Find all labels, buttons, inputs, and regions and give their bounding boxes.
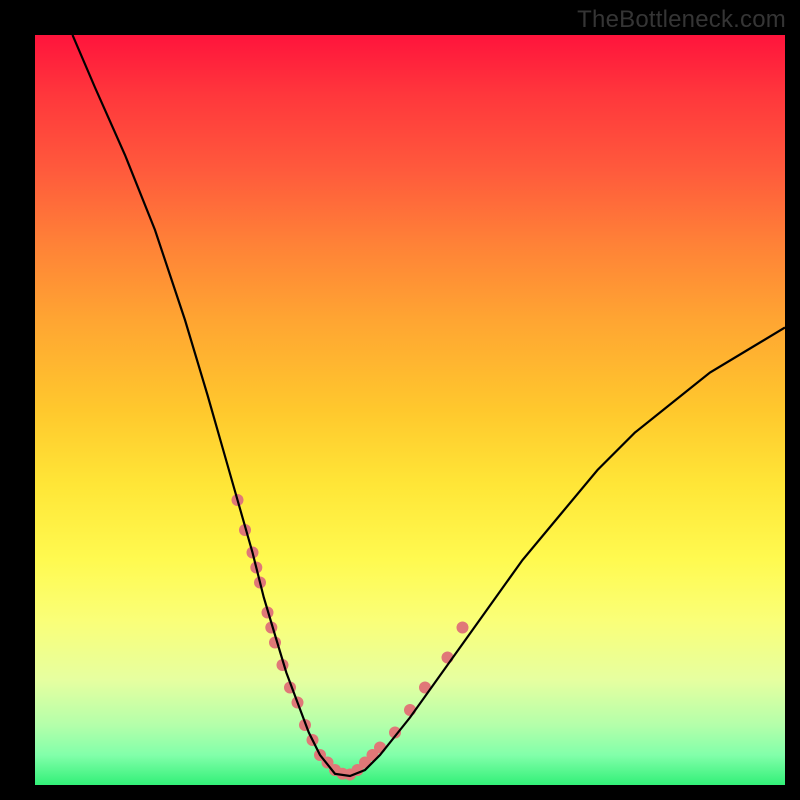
watermark-text: TheBottleneck.com — [577, 6, 786, 34]
data-point — [374, 742, 386, 754]
data-point — [457, 622, 469, 634]
dot-layer — [232, 494, 469, 781]
bottleneck-curve — [73, 35, 786, 776]
plot-area — [35, 35, 785, 785]
chart-svg — [35, 35, 785, 785]
chart-frame: TheBottleneck.com — [0, 0, 800, 800]
